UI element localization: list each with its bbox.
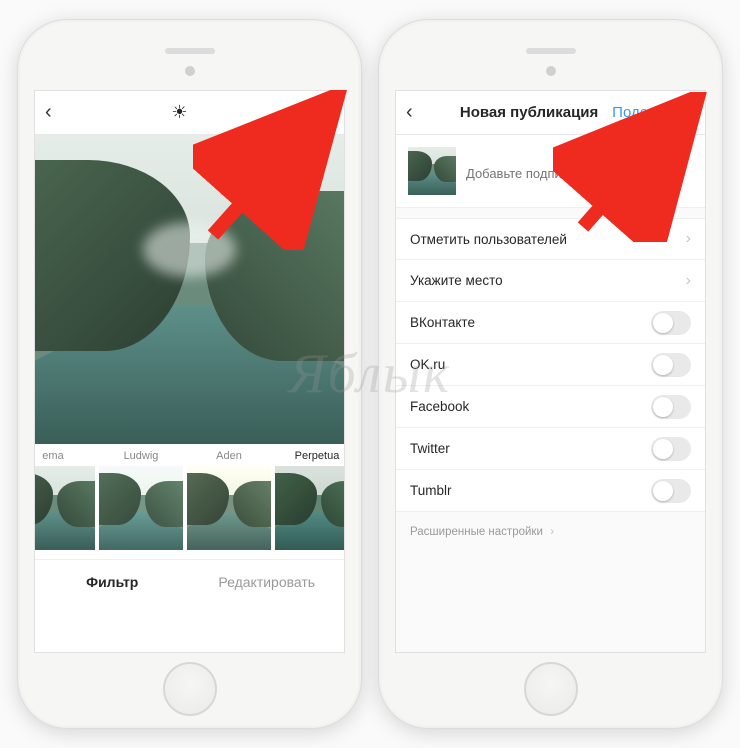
back-button[interactable]: ‹ <box>406 101 446 124</box>
header: ‹ ☀︎ Далее <box>35 91 344 135</box>
toggle-ok[interactable] <box>651 353 691 377</box>
home-button[interactable] <box>163 662 217 716</box>
toggle-tumblr[interactable] <box>651 479 691 503</box>
caption-input[interactable] <box>466 147 693 195</box>
phone-left: ‹ ☀︎ Далее ema Ludwig Aden Perpetua <box>17 19 362 729</box>
row-share-vk[interactable]: ВКонтакте <box>396 302 705 344</box>
next-button[interactable]: Далее <box>274 104 334 121</box>
lux-icon[interactable]: ☀︎ <box>160 102 200 123</box>
phone-right: ‹ Новая публикация Поделиться Отметить п… <box>378 19 723 729</box>
filter-item[interactable]: Ludwig <box>99 450 183 557</box>
toggle-tw[interactable] <box>651 437 691 461</box>
tab-edit[interactable]: Редактировать <box>190 560 345 603</box>
screen-share: ‹ Новая публикация Поделиться Отметить п… <box>395 90 706 653</box>
row-add-location[interactable]: Укажите место › <box>396 260 705 302</box>
toggle-fb[interactable] <box>651 395 691 419</box>
phone-speaker <box>526 48 576 54</box>
header-title: Новая публикация <box>446 104 612 121</box>
chevron-right-icon: › <box>550 524 554 538</box>
screen-filter: ‹ ☀︎ Далее ema Ludwig Aden Perpetua <box>34 90 345 653</box>
row-share-tw[interactable]: Twitter <box>396 428 705 470</box>
row-tag-people[interactable]: Отметить пользователей › <box>396 218 705 260</box>
toggle-vk[interactable] <box>651 311 691 335</box>
caption-row <box>396 135 705 208</box>
chevron-right-icon: › <box>686 230 691 248</box>
share-button[interactable]: Поделиться <box>612 104 695 121</box>
back-button[interactable]: ‹ <box>45 101 85 124</box>
chevron-right-icon: › <box>686 272 691 290</box>
filter-strip[interactable]: ema Ludwig Aden Perpetua <box>34 444 344 559</box>
filter-item[interactable]: ema <box>34 450 95 557</box>
tab-filter[interactable]: Фильтр <box>35 560 190 603</box>
filter-item[interactable]: Perpetua <box>275 450 344 557</box>
row-share-ok[interactable]: OK.ru <box>396 344 705 386</box>
home-button[interactable] <box>524 662 578 716</box>
bottom-tabs: Фильтр Редактировать <box>35 559 344 603</box>
row-share-tumblr[interactable]: Tumblr <box>396 470 705 512</box>
filter-item[interactable]: Aden <box>187 450 271 557</box>
row-share-fb[interactable]: Facebook <box>396 386 705 428</box>
header: ‹ Новая публикация Поделиться <box>396 91 705 135</box>
phone-camera <box>185 66 195 76</box>
phone-camera <box>546 66 556 76</box>
advanced-settings-link[interactable]: Расширенные настройки › <box>396 512 705 550</box>
phone-speaker <box>165 48 215 54</box>
photo-preview[interactable] <box>35 135 344 444</box>
post-thumbnail[interactable] <box>408 147 456 195</box>
